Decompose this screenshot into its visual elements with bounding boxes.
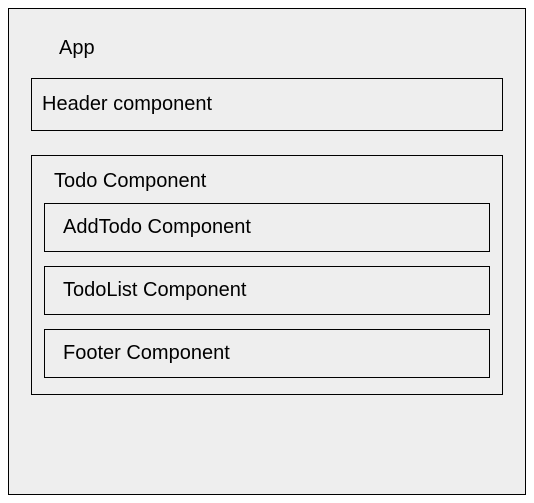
addtodo-component-box: AddTodo Component: [44, 203, 490, 252]
app-title: App: [31, 29, 503, 78]
header-label: Header component: [42, 93, 212, 115]
todolist-component-box: TodoList Component: [44, 266, 490, 315]
todo-title: Todo Component: [44, 166, 490, 203]
addtodo-label: AddTodo Component: [63, 216, 251, 238]
todo-component-box: Todo Component AddTodo Component TodoLis…: [31, 155, 503, 395]
footer-component-box: Footer Component: [44, 329, 490, 378]
app-container: App Header component Todo Component AddT…: [8, 8, 526, 495]
todolist-label: TodoList Component: [63, 279, 246, 301]
header-component-box: Header component: [31, 78, 503, 131]
footer-label: Footer Component: [63, 342, 230, 364]
